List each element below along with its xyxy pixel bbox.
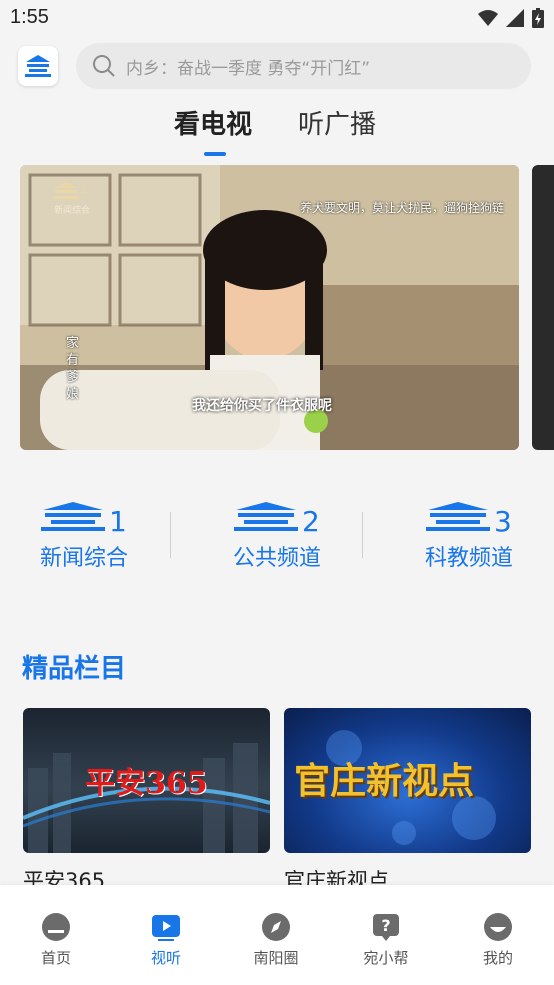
signal-icon — [506, 9, 524, 27]
play-icon — [152, 915, 180, 941]
channel-1[interactable]: 1 新闻综合 — [24, 500, 144, 572]
banner-top-caption: 养犬要文明，莫让犬扰民，遛狗拴狗链 — [300, 201, 505, 215]
channel-divider — [362, 512, 363, 558]
channel-1-number: 1 — [109, 505, 127, 534]
program-thumb-title: 官庄新视点 — [294, 760, 475, 802]
channel-1-logo-icon: 1 — [41, 502, 127, 538]
banner-channel-logo-icon: 1 — [53, 182, 88, 199]
wifi-icon — [478, 10, 498, 26]
program-thumbnail[interactable]: 平安365 — [23, 708, 270, 853]
section-title: 精品栏目 — [22, 654, 127, 684]
program-card[interactable]: 官庄新视点 官庄新视点 — [284, 708, 531, 895]
compass-icon — [262, 913, 290, 941]
nav-item-helper[interactable]: ? 宛小帮 — [331, 885, 441, 985]
channel-2-number: 2 — [302, 505, 320, 534]
channel-3-logo-icon: 3 — [426, 502, 512, 538]
channel-2-label: 公共频道 — [232, 546, 321, 571]
tab-indicator — [204, 152, 226, 156]
bottom-nav: 首页 视听 南阳圈 ? 宛小帮 我的 — [0, 885, 554, 985]
channel-1-label: 新闻综合 — [39, 546, 128, 571]
channel-divider — [170, 512, 171, 558]
search-icon — [93, 55, 115, 77]
home-icon — [42, 913, 70, 941]
channel-2-logo-icon: 2 — [234, 502, 320, 538]
channel-2[interactable]: 2 公共频道 — [217, 500, 337, 572]
nav-label-profile: 我的 — [482, 949, 513, 967]
app-logo[interactable] — [18, 46, 58, 86]
header: 内乡：奋战一季度 勇夺“开门红” — [0, 42, 554, 90]
nav-item-profile[interactable]: 我的 — [443, 885, 553, 985]
next-banner-peek[interactable] — [532, 165, 554, 450]
program-list: 平安365 平安365 官庄新视点 官庄新视点 — [0, 708, 554, 893]
media-tabs: 看电视 听广播 — [0, 104, 554, 160]
nav-item-nanyang-circle[interactable]: 南阳圈 — [221, 885, 331, 985]
banner-program-name: 家有爹娘 — [66, 336, 80, 402]
channel-3-label: 科教频道 — [424, 546, 513, 571]
banner-logo-caption: 新闻综合 — [54, 206, 91, 216]
nav-label-helper: 宛小帮 — [363, 949, 409, 967]
channel-list: 1 新闻综合 2 公共频道 3 科教频道 — [0, 500, 554, 580]
nav-item-home[interactable]: 首页 — [1, 885, 111, 985]
program-thumb-title: 平安365 — [85, 766, 208, 801]
status-icons — [478, 8, 544, 28]
nav-item-audiovisual[interactable]: 视听 — [111, 885, 221, 985]
status-time: 1:55 — [10, 6, 49, 28]
help-icon: ? — [373, 914, 399, 941]
channel-3[interactable]: 3 科教频道 — [409, 500, 529, 572]
search-input[interactable]: 内乡：奋战一季度 勇夺“开门红” — [76, 43, 531, 89]
channel-3-number: 3 — [494, 505, 512, 534]
program-thumbnail[interactable]: 官庄新视点 — [284, 708, 531, 853]
nav-label-nanyang-circle: 南阳圈 — [253, 949, 299, 967]
tab-watch-tv[interactable]: 看电视 — [174, 104, 252, 141]
svg-text:?: ? — [381, 916, 390, 935]
featured-banner[interactable]: 1 新闻综合 养犬要文明，莫让犬扰民，遛狗拴狗链 家有爹娘 我还给你买了件衣服呢 — [20, 165, 519, 450]
program-card[interactable]: 平安365 平安365 — [23, 708, 270, 895]
station-logo-icon — [25, 55, 51, 77]
profile-icon — [484, 913, 512, 941]
nav-label-home: 首页 — [40, 949, 71, 967]
nav-label-audiovisual: 视听 — [150, 949, 181, 967]
battery-icon — [532, 8, 544, 28]
banner-subtitle: 我还给你买了件衣服呢 — [192, 398, 332, 414]
status-bar: 1:55 — [0, 0, 554, 38]
tab-listen-radio[interactable]: 听广播 — [298, 104, 376, 141]
svg-text:1: 1 — [81, 183, 88, 196]
search-placeholder: 内乡：奋战一季度 勇夺“开门红” — [126, 58, 371, 79]
